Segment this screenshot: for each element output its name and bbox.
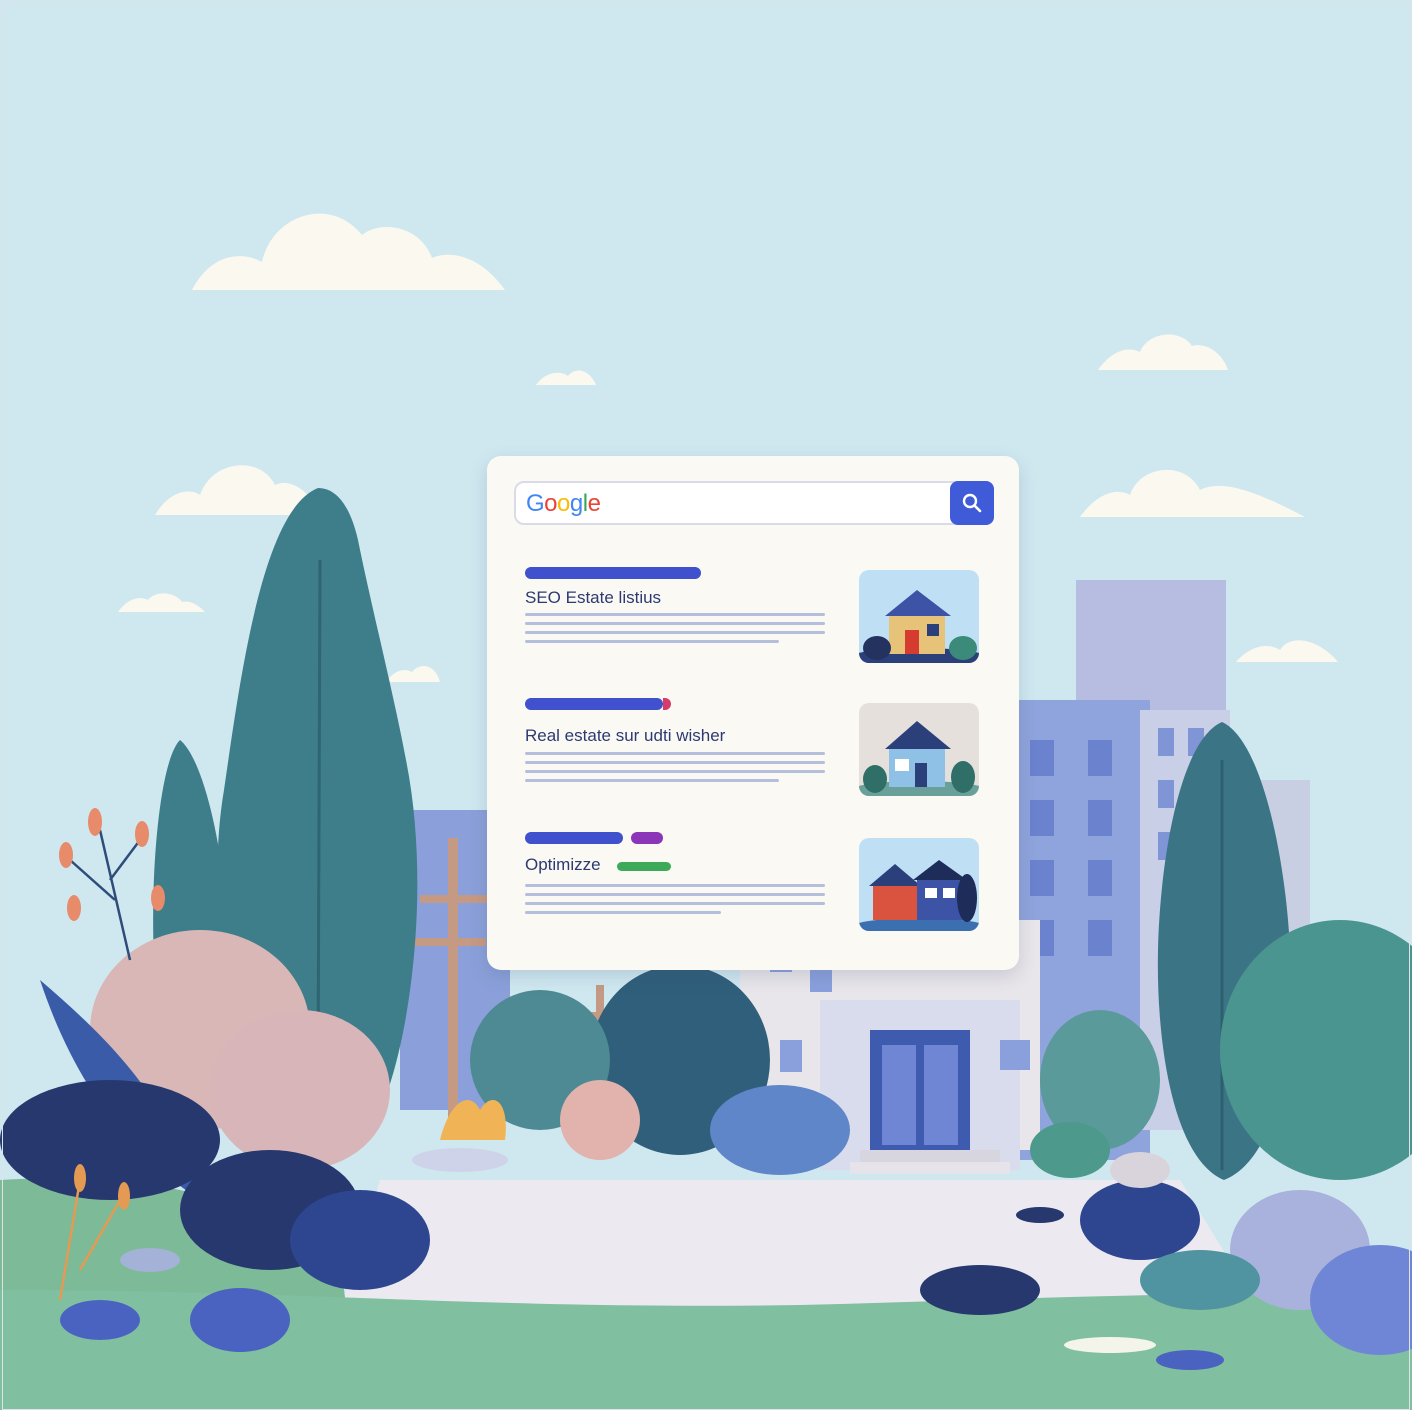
search-result-3[interactable]: Optimizze [525, 832, 825, 962]
illustration: Google SEO Estate listius Real estate su… [0, 0, 1412, 1410]
result-snippet [525, 613, 825, 649]
search-bar[interactable]: Google [514, 481, 994, 525]
result-snippet [525, 884, 825, 920]
logo-letter-e: e [587, 490, 601, 517]
search-result-2[interactable]: Real estate sur udti wisher [525, 698, 825, 828]
result-link-bar [525, 567, 701, 579]
logo-letter-g2: g [569, 490, 583, 517]
result-thumbnail-1[interactable] [859, 570, 979, 663]
google-logo: Google [526, 490, 601, 517]
result-link-bar-accent [663, 698, 671, 710]
logo-letter-o1: o [544, 490, 558, 517]
result-title[interactable]: SEO Estate listius [525, 588, 661, 608]
logo-letter-g: G [526, 490, 545, 517]
result-snippet [525, 752, 825, 788]
search-icon [962, 493, 982, 513]
result-link-bar [525, 832, 623, 844]
house-icon [859, 570, 979, 663]
house-icon [859, 703, 979, 796]
result-title[interactable]: Optimizze [525, 855, 601, 875]
house-icon [859, 838, 979, 931]
search-button[interactable] [950, 481, 994, 525]
result-thumbnail-2[interactable] [859, 703, 979, 796]
result-link-bar [525, 698, 663, 710]
result-title-highlight [617, 862, 671, 871]
search-results-card: Google SEO Estate listius Real estate su… [487, 456, 1019, 970]
search-result-1[interactable]: SEO Estate listius [525, 567, 825, 697]
logo-letter-o2: o [557, 490, 570, 517]
result-thumbnail-3[interactable] [859, 838, 979, 931]
result-title[interactable]: Real estate sur udti wisher [525, 726, 725, 746]
result-link-bar-accent [631, 832, 663, 844]
